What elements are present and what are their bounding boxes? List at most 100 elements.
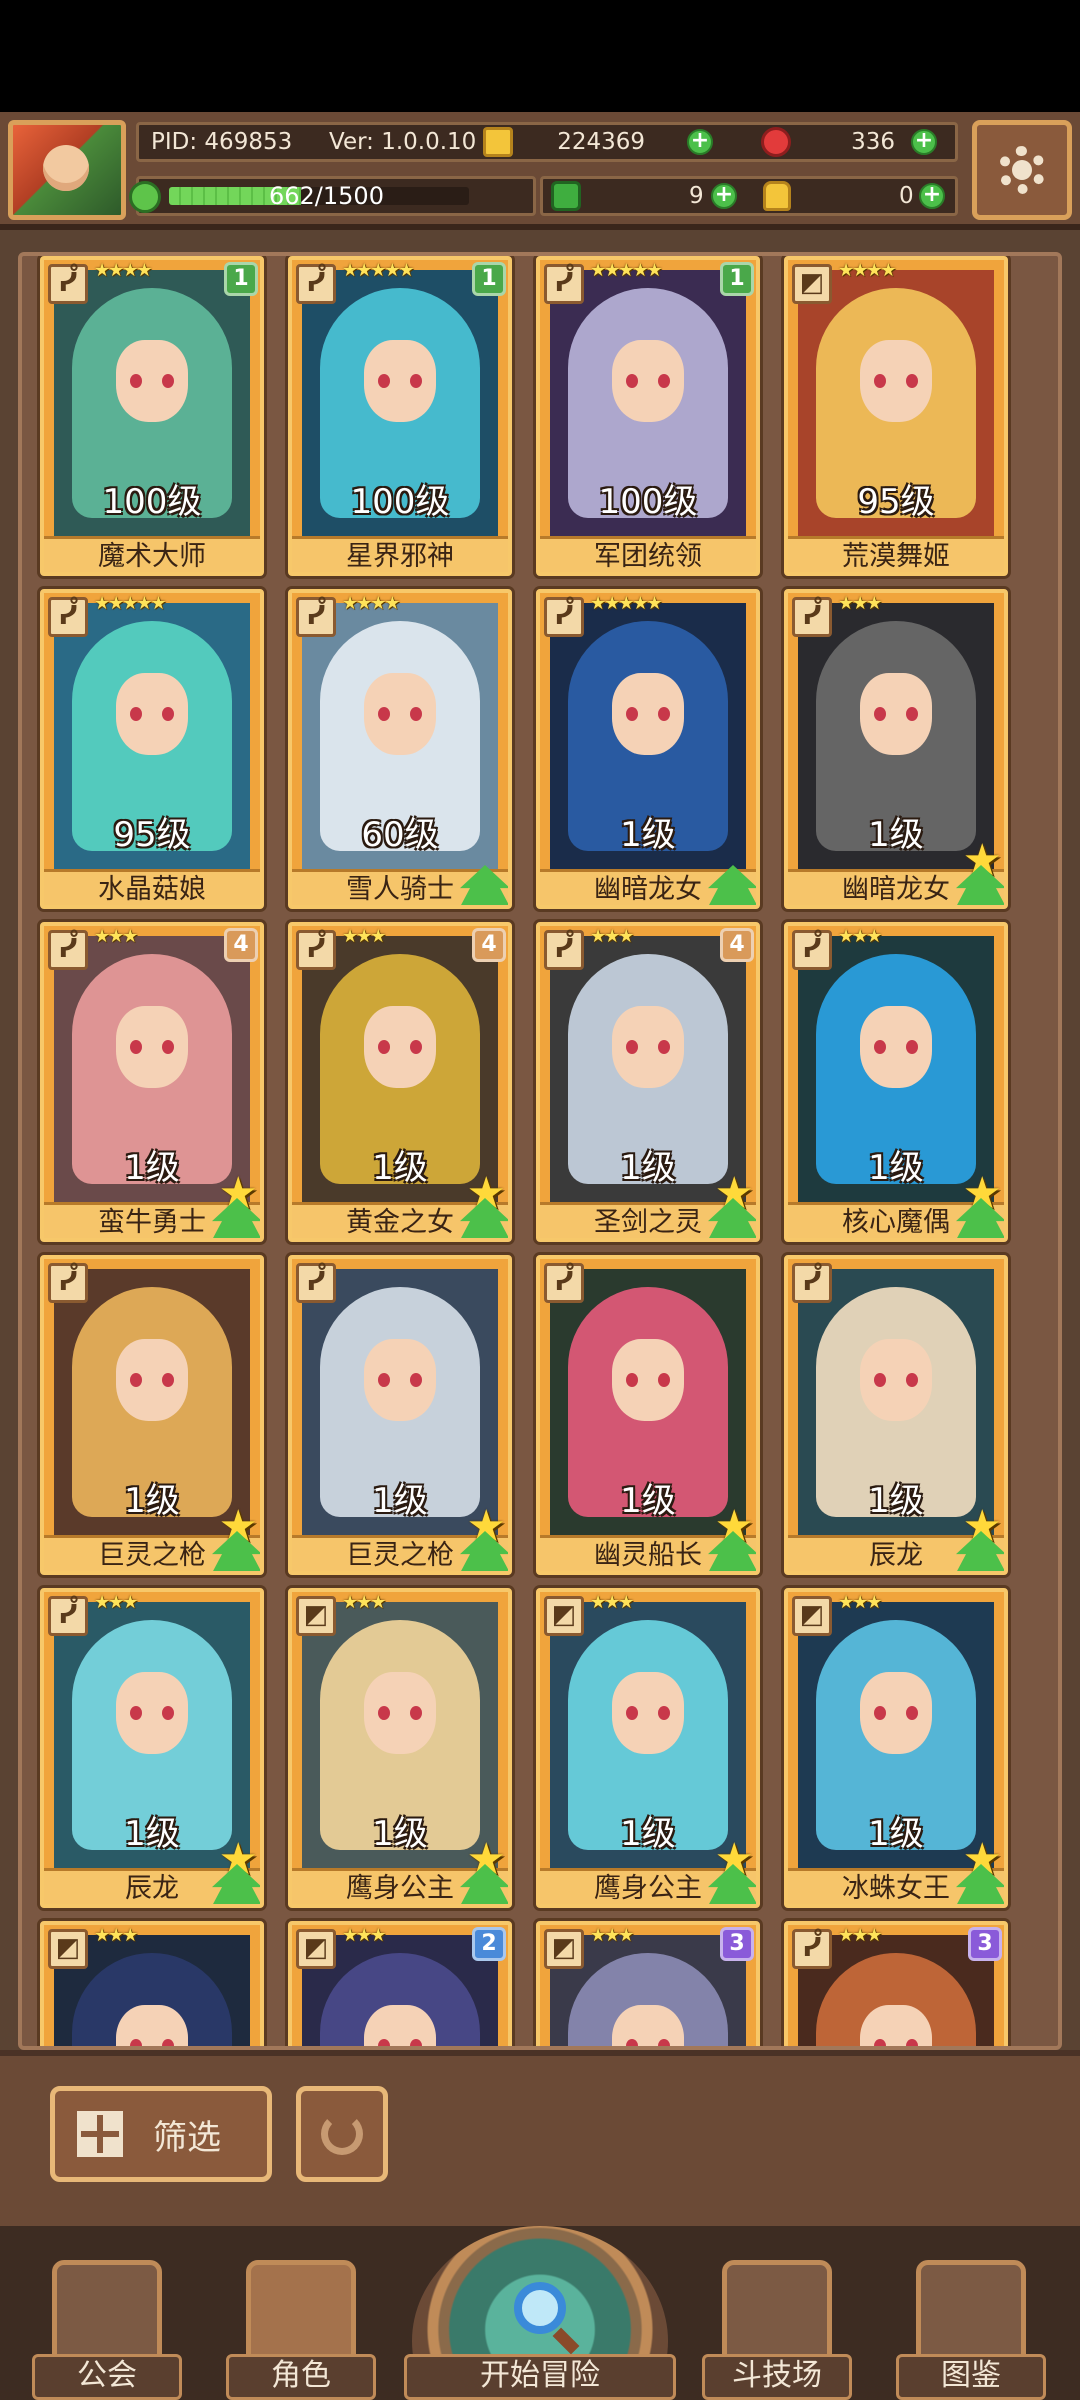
filter-button[interactable]: 筛选: [50, 2086, 272, 2182]
bottom-nav: 公会 角色 开始冒险 斗技场 图鉴: [0, 2226, 1080, 2400]
character-face-icon: [246, 2260, 356, 2360]
character-card[interactable]: ᓮ ★★★ 1级 辰龙 ★: [40, 1588, 264, 1908]
stamina-row: 662/1500: [129, 176, 536, 216]
add-gem-button[interactable]: +: [911, 129, 937, 155]
character-name: 魔术大师: [44, 536, 260, 572]
character-card[interactable]: ◩ ★★★ 2: [288, 1921, 512, 2046]
portrait-face: [612, 1672, 684, 1754]
portrait-face: [860, 1006, 932, 1088]
tier-badge: 4: [720, 928, 754, 962]
character-card[interactable]: ◩ ★★★★ 95级荒漠舞姬: [784, 256, 1008, 576]
class-type-icon: ᓮ: [792, 930, 832, 970]
class-type-icon: ᓮ: [544, 264, 584, 304]
character-card[interactable]: ᓮ 1级 巨灵之枪 ★: [288, 1255, 512, 1575]
info-row: PID: 469853 Ver: 1.0.0.10 224369 + 336 +: [136, 122, 958, 162]
character-card[interactable]: ᓮ ★★★ 4 1级 黄金之女 ★: [288, 922, 512, 1242]
add-gold-button[interactable]: +: [687, 129, 713, 155]
refresh-button[interactable]: [296, 2086, 388, 2182]
portrait-face: [116, 1339, 188, 1421]
nav-guild[interactable]: 公会: [32, 2248, 182, 2400]
rarity-stars: ★★★★: [838, 260, 897, 281]
character-card[interactable]: ᓮ 1级 幽灵船长 ★: [536, 1255, 760, 1575]
character-card[interactable]: ◩ ★★★ 1级 鹰身公主 ★: [536, 1588, 760, 1908]
status-bar: [0, 0, 1080, 112]
class-type-icon: ◩: [544, 1929, 584, 1969]
gold-coin-icon: [483, 127, 513, 157]
nav-characters[interactable]: 角色: [226, 2248, 376, 2400]
tier-badge: 3: [720, 1927, 754, 1961]
portrait-face: [612, 1339, 684, 1421]
tier-badge: 1: [472, 262, 506, 296]
portrait-face: [860, 1339, 932, 1421]
class-type-icon: ᓮ: [296, 597, 336, 637]
tier-badge: 3: [968, 1927, 1002, 1961]
portrait-face: [860, 340, 932, 422]
character-level: 95级: [113, 815, 191, 855]
book-icon: [916, 2260, 1026, 2360]
rarity-stars: ★★★: [342, 1925, 386, 1946]
rarity-stars: ★★★: [590, 1925, 634, 1946]
character-level: 100级: [350, 482, 450, 522]
class-type-icon: ᓮ: [48, 1263, 88, 1303]
rarity-stars: ★★★★★: [94, 593, 167, 614]
class-type-icon: ◩: [792, 1596, 832, 1636]
character-card[interactable]: ᓮ ★★★★★ 1级 幽暗龙女: [536, 589, 760, 909]
character-card[interactable]: ᓮ ★★★ 1级 幽暗龙女 ★: [784, 589, 1008, 909]
tier-badge: 2: [472, 1927, 506, 1961]
version-label: Ver: 1.0.0.10: [329, 129, 477, 155]
character-card[interactable]: ◩ ★★★ 1级 冰蛛女王 ★: [784, 1588, 1008, 1908]
character-level: 1级: [620, 815, 676, 855]
class-type-icon: ◩: [296, 1929, 336, 1969]
rarity-stars: ★★★★: [94, 260, 153, 281]
character-card[interactable]: ᓮ ★★★ 1级 核心魔偶 ★: [784, 922, 1008, 1242]
character-card[interactable]: ᓮ ★★★ 4 1级 蛮牛勇士 ★: [40, 922, 264, 1242]
player-id: PID: 469853: [151, 129, 293, 155]
character-grid[interactable]: ᓮ ★★★★ 1 100级魔术大师 ᓮ ★★★★★ 1 100级星界邪神 ᓮ ★★★★★ 1 100级…: [18, 252, 1062, 2050]
nav-codex[interactable]: 图鉴: [896, 2248, 1046, 2400]
character-name: 星界邪神: [292, 536, 508, 572]
player-avatar[interactable]: [8, 120, 126, 220]
portrait-face: [116, 1672, 188, 1754]
class-type-icon: ᓮ: [792, 1263, 832, 1303]
class-type-icon: ◩: [296, 1596, 336, 1636]
gear-icon: [998, 146, 1046, 194]
nav-adventure[interactable]: 开始冒险: [404, 2226, 676, 2400]
rarity-stars: ★★★★★: [590, 593, 663, 614]
character-card[interactable]: ᓮ ★★★★ 60级 雪人骑士: [288, 589, 512, 909]
character-card[interactable]: ᓮ ★★★★★ 95级 水晶菇娘: [40, 589, 264, 909]
class-type-icon: ᓮ: [544, 597, 584, 637]
character-card[interactable]: ◩ ★★★ 3: [536, 1921, 760, 2046]
character-card[interactable]: ◩ ★★★: [40, 1921, 264, 2046]
portrait-face: [364, 1339, 436, 1421]
portrait-face: [860, 2005, 932, 2046]
magnifier-icon: [514, 2282, 566, 2334]
character-card[interactable]: ᓮ ★★★ 4 1级 圣剑之灵 ★: [536, 922, 760, 1242]
class-type-icon: ᓮ: [544, 1263, 584, 1303]
character-card[interactable]: ᓮ ★★★★★ 1 100级 军团统领: [536, 256, 760, 576]
character-card[interactable]: ᓮ 1级 巨灵之枪 ★: [40, 1255, 264, 1575]
add-clover-button[interactable]: +: [711, 183, 737, 209]
tier-badge: 4: [224, 928, 258, 962]
class-type-icon: ᓮ: [48, 597, 88, 637]
rarity-stars: ★★★: [838, 1592, 882, 1613]
stamina-icon: [129, 181, 161, 213]
character-card[interactable]: ◩ ★★★ 1级 鹰身公主 ★: [288, 1588, 512, 1908]
character-card[interactable]: ᓮ ★★★★★ 1 100级 星界邪神: [288, 256, 512, 576]
add-bag-button[interactable]: +: [919, 183, 945, 209]
tier-badge: 1: [224, 262, 258, 296]
character-card[interactable]: ᓮ ★★★★ 1 100级 魔术大师: [40, 256, 264, 576]
portrait-face: [612, 2005, 684, 2046]
character-level: 100级: [102, 482, 202, 522]
bag-icon: [763, 181, 791, 211]
settings-button[interactable]: [972, 120, 1072, 220]
portrait-face: [364, 340, 436, 422]
class-type-icon: ◩: [792, 264, 832, 304]
nav-arena[interactable]: 斗技场: [702, 2248, 852, 2400]
character-name: 荒漠舞姬: [788, 536, 1004, 572]
portrait-face: [860, 673, 932, 755]
character-card[interactable]: ᓮ 1级 辰龙 ★: [784, 1255, 1008, 1575]
red-gem-icon: [761, 127, 791, 157]
character-level: 95级: [857, 482, 935, 522]
rarity-stars: ★★★: [590, 1592, 634, 1613]
character-card[interactable]: ᓮ ★★★ 3: [784, 1921, 1008, 2046]
